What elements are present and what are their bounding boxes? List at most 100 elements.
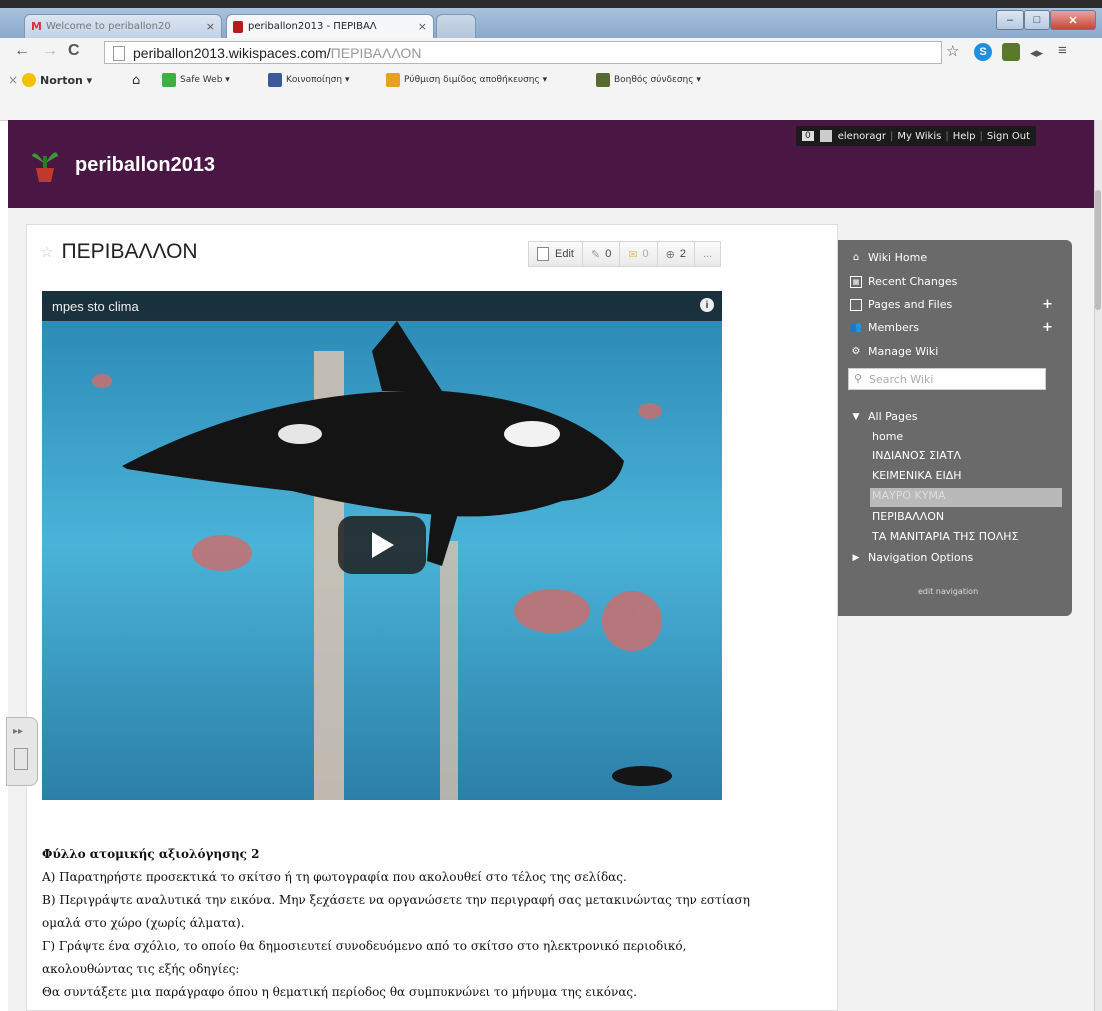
close-tab-icon[interactable]: ×: [206, 20, 215, 33]
grip-icon: [14, 748, 28, 770]
norton-label: Norton: [40, 73, 83, 87]
navigation-options-toggle[interactable]: ▶ Navigation Options: [850, 551, 974, 564]
norton-menu[interactable]: Norton ▾: [22, 73, 92, 87]
user-avatar-icon[interactable]: [819, 130, 832, 142]
page-toolbar: Edit ✎ 0 ✉ 0 ⊕ 2 ...: [528, 241, 722, 269]
scrollbar-thumb[interactable]: [1095, 190, 1101, 310]
sidebar-item-recent-changes[interactable]: ▦ Recent Changes: [850, 275, 957, 288]
favorite-star-icon[interactable]: ☆: [40, 243, 53, 261]
skype-icon[interactable]: S: [974, 43, 992, 61]
safe-web-menu[interactable]: Safe Web ▾: [162, 73, 230, 87]
video-player[interactable]: mpes sto clima i: [42, 291, 722, 800]
page-link-mavro-kyma[interactable]: ΜΑΥΡΟ ΚΥΜΑ: [872, 489, 945, 502]
sidebar-item-label: Members: [868, 321, 919, 334]
maximize-button[interactable]: □: [1024, 10, 1050, 30]
forward-icon[interactable]: →: [42, 42, 58, 60]
site-title[interactable]: periballon2013: [75, 154, 215, 177]
media-icon[interactable]: ◂▸: [1030, 45, 1043, 61]
wiki-search-input[interactable]: ⚲ Search Wiki: [848, 368, 1046, 390]
comments-button[interactable]: ✎ 0: [581, 241, 621, 267]
page-title: ☆ ΠΕΡΙΒΑΛΛΟΝ: [40, 240, 198, 264]
comment-icon: ✎: [590, 248, 601, 261]
help-link[interactable]: Help: [953, 131, 976, 142]
article-line: ομαλά στο χώρο (χωρίς άλματα).: [42, 916, 245, 930]
page-link-home[interactable]: home: [872, 430, 903, 443]
extension-icon[interactable]: [1002, 43, 1020, 61]
norton-check-icon: [22, 73, 36, 87]
page-link-keimenika-eidi[interactable]: ΚΕΙΜΕΝΙΚΑ ΕΙΔΗ: [872, 469, 962, 482]
url-path: ΠΕΡΙΒΑΛΛΟΝ: [330, 44, 422, 61]
page-link-indianos-siatl[interactable]: ΙΝΔΙΑΝΟΣ ΣΙΑΤΛ: [872, 449, 961, 462]
sidebar-item-members[interactable]: 👥 Members: [850, 321, 919, 334]
home-icon[interactable]: ⌂: [132, 73, 140, 88]
close-toolbar-icon[interactable]: ×: [8, 73, 18, 87]
sidebar-item-wiki-home[interactable]: ⌂ Wiki Home: [850, 251, 927, 264]
sidebar-item-manage-wiki[interactable]: ⚙ Manage Wiki: [850, 345, 939, 358]
sidebar-item-label: Wiki Home: [868, 251, 928, 264]
triangle-right-icon: ▶: [852, 552, 860, 563]
reload-icon[interactable]: C: [68, 42, 80, 60]
menu-icon[interactable]: ≡: [1058, 42, 1067, 59]
back-icon[interactable]: ←: [14, 42, 30, 60]
followers-count: 2: [679, 248, 686, 260]
article-body: Φύλλο ατομικής αξιολόγησης 2 Α) Παρατηρή…: [42, 843, 832, 1004]
storage-settings-menu[interactable]: Ρύθμιση διμίδος αποθήκευσης ▾: [386, 73, 547, 87]
article-line: Θα συντάξετε μια παράγραφο όπου η θεματι…: [42, 985, 637, 999]
article-line: Γ) Γράψτε ένα σχόλιο, το οποίο θα δημοσι…: [42, 939, 687, 953]
share-menu[interactable]: Κοινοποίηση ▾: [268, 73, 349, 87]
sign-out-link[interactable]: Sign Out: [987, 131, 1030, 142]
all-pages-toggle[interactable]: ▼ All Pages: [850, 410, 918, 423]
comments-count: 0: [605, 248, 612, 260]
share-label: Κοινοποίηση: [286, 75, 343, 85]
add-page-button[interactable]: +: [1042, 297, 1053, 312]
edit-page-icon: [537, 247, 549, 261]
edit-button[interactable]: Edit: [528, 241, 583, 267]
info-icon[interactable]: i: [700, 298, 714, 312]
favorites-count: 0: [642, 248, 649, 260]
favorites-button[interactable]: ✉ 0: [619, 241, 658, 267]
article-line: ακολουθώντας τις εξής οδηγίες:: [42, 962, 240, 976]
tab-strip: M Welcome to periballon20 × periballon20…: [0, 8, 1102, 38]
safe-web-icon: [162, 73, 176, 87]
my-wikis-link[interactable]: My Wikis: [897, 131, 941, 142]
play-button[interactable]: [338, 516, 426, 574]
url-input[interactable]: periballon2013.wikispaces.com/ΠΕΡΙΒΑΛΛΟΝ: [104, 41, 942, 64]
sidebar-item-pages-and-files[interactable]: Pages and Files: [850, 298, 952, 311]
followers-button[interactable]: ⊕ 2: [656, 241, 695, 267]
gear-icon: ⚙: [851, 346, 861, 357]
folder-icon: [850, 298, 862, 311]
page-icon: [113, 46, 125, 61]
edit-navigation-link[interactable]: edit navigation: [918, 587, 978, 596]
tab-gmail[interactable]: M Welcome to periballon20 ×: [24, 14, 222, 38]
minimize-button[interactable]: –: [996, 10, 1024, 30]
all-pages-label: All Pages: [868, 410, 918, 423]
login-assistant-menu[interactable]: Βοηθός σύνδεσης ▾: [596, 73, 701, 87]
edit-label: Edit: [555, 248, 574, 260]
side-drawer-handle[interactable]: ▸▸: [6, 717, 38, 786]
login-icon: [596, 73, 610, 87]
safe-web-label: Safe Web: [180, 75, 223, 85]
page-link-manitaria[interactable]: ΤΑ ΜΑΝΙΤΑΡΙΑ ΤΗΣ ΠΟΛΗΣ: [872, 530, 1019, 543]
search-icon: ⚲: [854, 372, 863, 385]
play-icon: [372, 532, 394, 558]
more-label: ...: [703, 248, 713, 260]
storage-icon: [386, 73, 400, 87]
sidebar-item-label: Pages and Files: [868, 298, 953, 311]
plant-logo-icon: [32, 152, 58, 182]
home-icon: ⌂: [852, 252, 860, 263]
username-link[interactable]: elenoragr: [838, 131, 886, 142]
close-window-button[interactable]: ✕: [1050, 10, 1096, 30]
tab-periballon[interactable]: periballon2013 - ΠΕΡΙΒΑΛ ×: [226, 14, 434, 38]
bookmark-star-icon[interactable]: ☆: [946, 42, 959, 60]
new-tab-button[interactable]: [436, 14, 476, 38]
add-member-button[interactable]: +: [1042, 320, 1053, 335]
sidebar-item-label: Manage Wiki: [868, 345, 939, 358]
address-toolbar: ← → C periballon2013.wikispaces.com/ΠΕΡΙ…: [0, 38, 1102, 69]
page-link-periballon[interactable]: ΠΕΡΙΒΑΛΛΟΝ: [872, 510, 944, 523]
more-button[interactable]: ...: [694, 241, 722, 267]
close-tab-icon[interactable]: ×: [418, 20, 427, 33]
video-title[interactable]: mpes sto clima: [52, 299, 139, 314]
follow-icon: ⊕: [665, 248, 675, 261]
wikispaces-icon: [233, 20, 243, 33]
notification-count[interactable]: 0: [802, 131, 814, 141]
